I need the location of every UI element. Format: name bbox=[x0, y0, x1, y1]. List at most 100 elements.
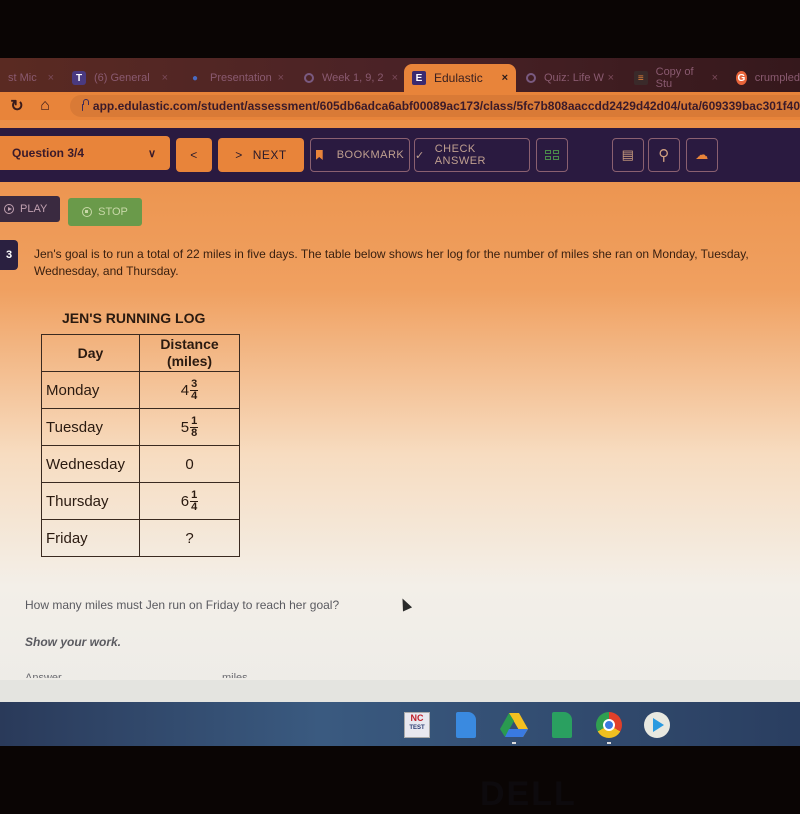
table-row: Monday 4 3 4 bbox=[41, 371, 240, 409]
tab-1[interactable]: st Mic × bbox=[0, 64, 62, 92]
tab-4[interactable]: Week 1, 9, 2 × bbox=[296, 64, 406, 92]
stop-icon bbox=[82, 207, 93, 217]
distance-cell: 434 bbox=[139, 371, 240, 409]
next-button[interactable]: > NEXT bbox=[218, 138, 304, 172]
chevron-down-icon: ∨ bbox=[147, 147, 156, 160]
loading-icon bbox=[304, 73, 314, 83]
mixed-number: 518 bbox=[180, 414, 199, 439]
day-cell: Friday bbox=[41, 519, 140, 557]
nc-test-top: NC bbox=[410, 713, 424, 723]
numerator: 1 bbox=[190, 414, 199, 428]
distance-value: ? bbox=[185, 529, 194, 547]
prev-button[interactable]: < bbox=[176, 138, 212, 172]
play-button[interactable]: PLAY bbox=[0, 196, 60, 222]
question-selector[interactable]: Question 3/4 ∨ bbox=[0, 136, 170, 170]
upload-button[interactable]: ☁ bbox=[686, 138, 718, 172]
dell-logo: DELL bbox=[480, 775, 577, 813]
whole-part: 5 bbox=[180, 418, 190, 436]
tab-label: crumpled bbox=[754, 72, 800, 84]
table-header-row: Day Distance (miles) bbox=[41, 334, 240, 372]
day-cell: Wednesday bbox=[41, 445, 140, 483]
denominator: 4 bbox=[191, 389, 198, 402]
teams-icon: T bbox=[72, 71, 86, 85]
answer-unit-label: miles bbox=[222, 672, 248, 678]
running-indicator bbox=[512, 742, 516, 744]
close-icon[interactable]: × bbox=[712, 72, 718, 84]
google-icon: G bbox=[736, 71, 747, 85]
tab-label: Edulastic bbox=[434, 71, 483, 85]
reload-icon[interactable]: ↻ bbox=[6, 96, 28, 116]
close-icon[interactable]: × bbox=[608, 72, 614, 84]
mixed-number: 614 bbox=[180, 488, 199, 513]
tab-label: (6) General bbox=[94, 72, 150, 84]
tab-2[interactable]: T (6) General × bbox=[64, 64, 176, 92]
denominator: 4 bbox=[191, 500, 198, 513]
whole-part: 6 bbox=[180, 492, 190, 510]
google-docs-app-icon[interactable] bbox=[456, 712, 476, 738]
day-cell: Tuesday bbox=[41, 408, 140, 446]
scratchpad-button[interactable]: ▤ bbox=[612, 138, 644, 172]
browser-toolbar: ↻ ⌂ app.edulastic.com/student/assessment… bbox=[0, 92, 800, 120]
distance-cell: ? bbox=[139, 519, 240, 557]
fraction: 18 bbox=[190, 414, 199, 439]
distance-value: 0 bbox=[185, 455, 194, 473]
play-store-app-icon[interactable] bbox=[644, 712, 670, 738]
home-icon[interactable]: ⌂ bbox=[34, 97, 56, 115]
table-row: Tuesday 5 1 8 bbox=[41, 408, 240, 446]
tab-8[interactable]: G crumpled bbox=[728, 64, 800, 92]
tab-label: Copy of Stu bbox=[655, 66, 694, 90]
nc-test-app-icon[interactable]: NC TEST bbox=[404, 712, 430, 738]
denominator: 8 bbox=[191, 426, 198, 439]
google-drive-app-icon[interactable] bbox=[500, 712, 528, 744]
bookmark-button[interactable]: BOOKMARK bbox=[310, 138, 410, 172]
numerator: 1 bbox=[190, 488, 199, 502]
address-bar[interactable]: app.edulastic.com/student/assessment/605… bbox=[70, 95, 800, 117]
table-row: Friday? bbox=[41, 519, 240, 557]
magnifier-button[interactable]: ⚲ bbox=[648, 138, 680, 172]
edulastic-icon: E bbox=[412, 71, 426, 85]
column-header-day: Day bbox=[41, 334, 140, 372]
calculator-icon bbox=[545, 150, 559, 160]
nc-test-bottom: TEST bbox=[409, 725, 425, 731]
stop-button[interactable]: STOP bbox=[68, 198, 142, 226]
lock-icon bbox=[82, 98, 89, 111]
table-title: JEN'S RUNNING LOG bbox=[62, 310, 206, 326]
close-icon[interactable]: × bbox=[162, 72, 168, 84]
distance-cell: 0 bbox=[139, 445, 240, 483]
check-answer-label: CHECK ANSWER bbox=[434, 143, 486, 167]
magnifier-icon: ⚲ bbox=[658, 147, 670, 164]
play-label: PLAY bbox=[20, 203, 48, 215]
tab-6[interactable]: Quiz: Life W × bbox=[518, 64, 622, 92]
calculator-button[interactable] bbox=[536, 138, 568, 172]
question-stem: Jen's goal is to run a total of 22 miles… bbox=[34, 247, 749, 278]
close-icon[interactable]: × bbox=[48, 72, 54, 84]
google-sheets-app-icon[interactable] bbox=[552, 712, 572, 738]
show-work-instruction: Show your work. bbox=[25, 635, 122, 649]
chrome-app-icon[interactable] bbox=[596, 712, 622, 744]
tab-label: Quiz: Life W bbox=[544, 72, 604, 84]
next-label: NEXT bbox=[252, 148, 287, 162]
tab-3[interactable]: ● Presentation × bbox=[180, 64, 292, 92]
fraction: 34 bbox=[190, 377, 199, 402]
column-header-distance: Distance (miles) bbox=[139, 334, 240, 372]
close-icon[interactable]: × bbox=[278, 72, 284, 84]
check-answer-button[interactable]: ✓ CHECK ANSWER bbox=[414, 138, 530, 172]
assessment-header: Question 3/4 ∨ < > NEXT BOOKMARK ✓ CHECK… bbox=[0, 128, 800, 182]
doc-icon: ≡ bbox=[634, 71, 648, 85]
tab-label: Presentation bbox=[210, 72, 272, 84]
numerator: 3 bbox=[190, 377, 199, 391]
url-text: app.edulastic.com/student/assessment/605… bbox=[92, 99, 800, 113]
tab-edulastic[interactable]: E Edulastic × bbox=[404, 64, 516, 92]
question-selector-label: Question 3/4 bbox=[12, 146, 85, 160]
tab-7[interactable]: ≡ Copy of Stu × bbox=[626, 64, 726, 92]
chevron-right-icon: > bbox=[235, 148, 243, 162]
close-icon[interactable]: × bbox=[392, 72, 398, 84]
running-indicator bbox=[607, 742, 611, 744]
fraction: 14 bbox=[190, 488, 199, 513]
question-prompt: How many miles must Jen run on Friday to… bbox=[25, 598, 340, 612]
loading-icon bbox=[526, 73, 536, 83]
drive-logo bbox=[500, 713, 528, 737]
close-icon[interactable]: × bbox=[502, 72, 508, 84]
tab-label: Week 1, 9, 2 bbox=[322, 72, 384, 84]
chevron-left-icon: < bbox=[190, 148, 198, 162]
